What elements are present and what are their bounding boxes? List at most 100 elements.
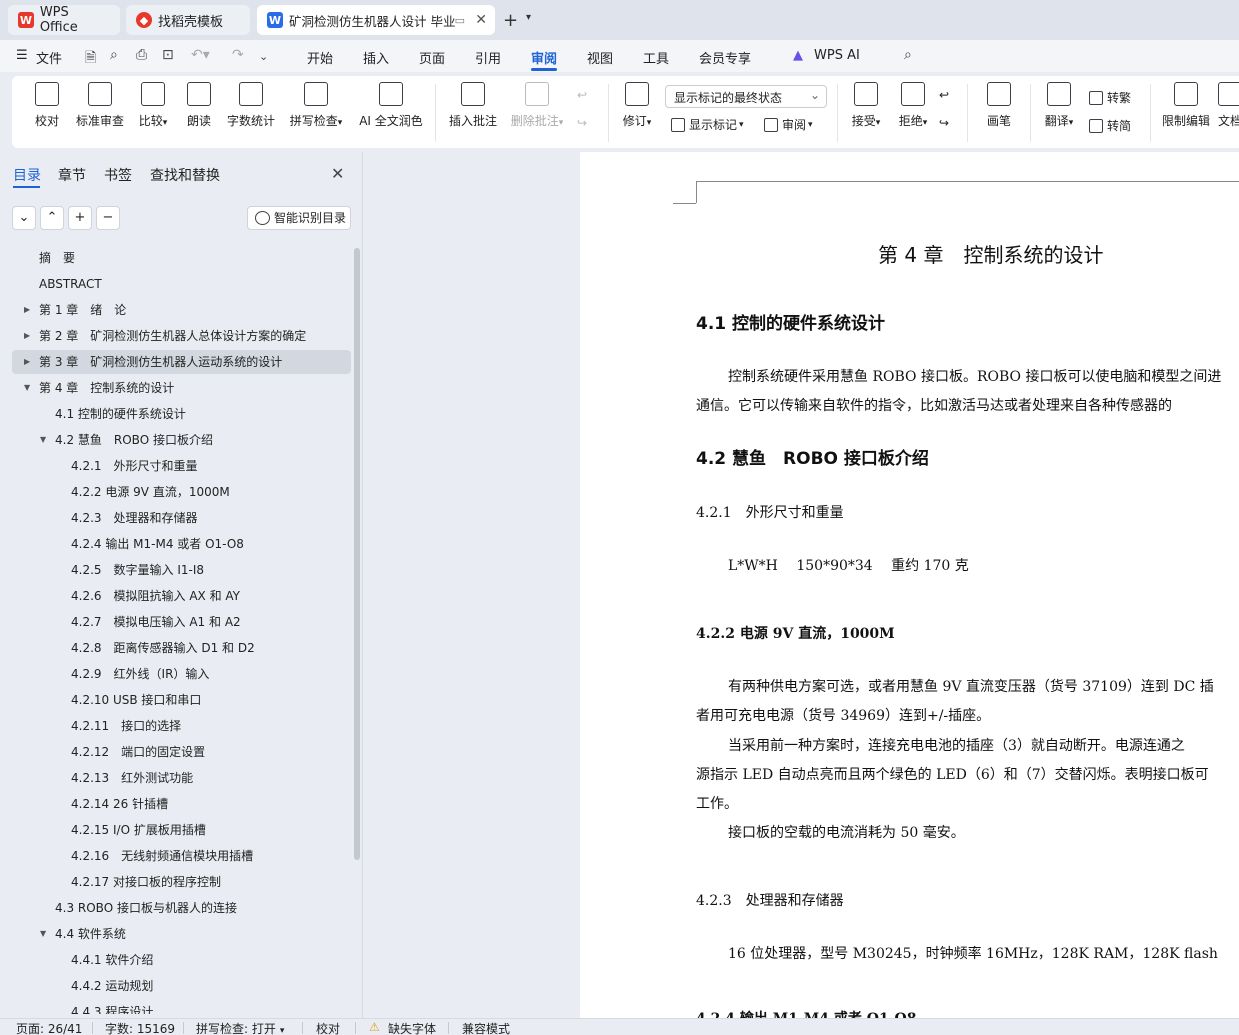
toc-item[interactable]: 4.4.2 运动规划 [12, 974, 351, 998]
toc-item[interactable]: 4.2.16 无线射频通信模块用插槽 [12, 844, 351, 868]
toc-item[interactable]: 4.2.11 接口的选择 [12, 714, 351, 738]
menu-reference[interactable]: 引用 [475, 48, 501, 67]
collapse-arrow-icon[interactable]: ▼ [40, 922, 46, 946]
document-page[interactable]: 第 4 章 控制系统的设计 4.1 控制的硬件系统设计 控制系统硬件采用慧鱼 R… [580, 152, 1239, 1018]
toc-item[interactable]: ▼ 第 4 章 控制系统的设计 [12, 376, 351, 400]
smart-toc-button[interactable]: 智能识别目录 [247, 206, 351, 230]
review-pane-button[interactable]: 审阅 ▾ [764, 116, 813, 133]
proofread-button[interactable]: 校对 [30, 82, 64, 129]
menu-start[interactable]: 开始 [307, 48, 333, 67]
toc-item[interactable]: 4.2.7 模拟电压输入 A1 和 A2 [12, 610, 351, 634]
tab-bookmark[interactable]: 书签 [104, 165, 132, 185]
toc-item[interactable]: 4.2.8 距离传感器输入 D1 和 D2 [12, 636, 351, 660]
markup-state-select[interactable]: 显示标记的最终状态 ⌄ [665, 85, 827, 108]
toc-item[interactable]: ▶ 第 3 章 矿洞检测仿生机器人运动系统的设计 [12, 350, 351, 374]
reject-button[interactable]: 拒绝▾ [894, 82, 932, 129]
collapse-all-button[interactable]: ⌃ [40, 206, 64, 230]
word-count-indicator[interactable]: 字数: 15169 [105, 1020, 175, 1035]
collapse-arrow-icon[interactable]: ▼ [24, 376, 30, 400]
redo-icon[interactable]: ↷ [232, 47, 244, 63]
delete-comment-button[interactable]: 删除批注▾ [508, 82, 566, 129]
track-changes-button[interactable]: 修订▾ [618, 82, 656, 129]
close-tab-icon[interactable]: ✕ [475, 12, 487, 28]
toc-item[interactable]: 4.2.14 26 针插槽 [12, 792, 351, 816]
menu-review[interactable]: 审阅 [531, 48, 557, 67]
restrict-edit-button[interactable]: 限制编辑 [1160, 82, 1212, 129]
menu-view[interactable]: 视图 [587, 48, 613, 67]
expand-arrow-icon[interactable]: ▶ [24, 350, 30, 374]
menu-page[interactable]: 页面 [419, 48, 445, 67]
tab-toc[interactable]: 目录 [13, 165, 41, 185]
insert-comment-button[interactable]: 插入批注 [448, 82, 498, 129]
tab-document[interactable]: W 矿洞检测仿生机器人设计 毕业 ▭ ✕ [257, 5, 495, 35]
spell-check-button[interactable]: 拼写检查▾ [287, 82, 345, 129]
ai-polish-button[interactable]: AI 全文润色 [356, 82, 426, 129]
collapse-arrow-icon[interactable]: ▼ [40, 428, 46, 452]
missing-font-indicator[interactable]: 缺失字体 [388, 1020, 436, 1035]
toc-item[interactable]: 4.2.4 输出 M1-M4 或者 O1-O8 [12, 532, 351, 556]
read-aloud-button[interactable]: 朗读 [184, 82, 214, 129]
spell-check-indicator[interactable]: 拼写检查: 打开 ▾ [196, 1020, 284, 1035]
toc-item[interactable]: 4.2.2 电源 9V 直流，1000M [12, 480, 351, 504]
menu-tools[interactable]: 工具 [643, 48, 669, 67]
proofread-indicator[interactable]: 校对 [316, 1020, 340, 1035]
to-simplified-button[interactable]: 转简 [1089, 117, 1131, 134]
tab-find-replace[interactable]: 查找和替换 [150, 165, 220, 185]
toc-item[interactable]: 4.2.9 红外线（IR）输入 [12, 662, 351, 686]
next-comment-icon[interactable]: ↪ [577, 116, 587, 130]
toc-item[interactable]: 4.2.3 处理器和存储器 [12, 506, 351, 530]
previous-comment-icon[interactable]: ↩ [577, 88, 587, 102]
toc-item[interactable]: 4.2.17 对接口板的程序控制 [12, 870, 351, 894]
tab-chapter[interactable]: 章节 [58, 165, 86, 185]
pen-button[interactable]: 画笔 [982, 82, 1016, 129]
remove-heading-button[interactable]: − [96, 206, 120, 230]
toc-item[interactable]: 摘 要 [12, 246, 351, 270]
toc-item[interactable]: ▶ 第 2 章 矿洞检测仿生机器人总体设计方案的确定 [12, 324, 351, 348]
add-heading-button[interactable]: + [68, 206, 92, 230]
toc-item[interactable]: ▶ 第 1 章 绪 论 [12, 298, 351, 322]
toc-item[interactable]: 4.4.1 软件介绍 [12, 948, 351, 972]
menu-wps-ai[interactable]: WPS AI [814, 48, 860, 63]
toc-item[interactable]: 4.3 ROBO 接口板与机器人的连接 [12, 896, 351, 920]
toc-item[interactable]: 4.2.15 I/O 扩展板用插槽 [12, 818, 351, 842]
chevron-down-icon[interactable]: ▾ [526, 12, 531, 23]
menu-file[interactable]: 文件 [36, 48, 62, 67]
print-icon[interactable]: ⎙ [136, 47, 147, 63]
translate-button[interactable]: 翻译▾ [1040, 82, 1078, 129]
compare-button[interactable]: 比较▾ [133, 82, 173, 129]
print-preview-icon[interactable]: ⊡ [162, 47, 174, 63]
page-indicator[interactable]: 页面: 26/41 [16, 1020, 82, 1035]
tab-template[interactable]: ◆ 找稻壳模板 [126, 5, 250, 35]
tab-wps-office[interactable]: W WPS Office [8, 5, 120, 35]
expand-all-button[interactable]: ⌄ [12, 206, 36, 230]
new-tab-icon[interactable]: + [503, 10, 518, 31]
word-count-button[interactable]: 字数统计 [225, 82, 277, 129]
undo-icon[interactable]: ↶▾ [191, 47, 210, 63]
document-button[interactable]: 文档 [1218, 82, 1239, 129]
standard-review-button[interactable]: 标准审查 [74, 82, 126, 129]
toc-item[interactable]: 4.1 控制的硬件系统设计 [12, 402, 351, 426]
toc-item[interactable]: 4.2.1 外形尺寸和重量 [12, 454, 351, 478]
toc-item[interactable]: 4.2.6 模拟阻抗输入 AX 和 AY [12, 584, 351, 608]
toc-item[interactable]: ▼ 4.2 慧鱼 ROBO 接口板介绍 [12, 428, 351, 452]
close-icon[interactable]: ✕ [331, 164, 344, 183]
toc-item[interactable]: 4.4.3 程序设计 [12, 1000, 351, 1014]
next-change-icon[interactable]: ↪ [939, 116, 949, 130]
export-icon[interactable]: ⌕ [110, 47, 118, 63]
accept-button[interactable]: 接受▾ [847, 82, 885, 129]
toc-item[interactable]: 4.2.5 数字量输入 I1-I8 [12, 558, 351, 582]
save-icon[interactable]: 🗎 [85, 47, 96, 71]
show-markup-button[interactable]: 显示标记 ▾ [671, 116, 744, 133]
to-traditional-button[interactable]: 转繁 [1089, 89, 1131, 106]
toc-item[interactable]: ▼ 4.4 软件系统 [12, 922, 351, 946]
hamburger-icon[interactable]: ☰ [16, 48, 28, 63]
previous-change-icon[interactable]: ↩ [939, 88, 949, 102]
expand-arrow-icon[interactable]: ▶ [24, 298, 30, 322]
toc-item[interactable]: ABSTRACT [12, 272, 351, 296]
search-icon[interactable]: ⌕ [904, 47, 912, 63]
toc-item[interactable]: 4.2.13 红外测试功能 [12, 766, 351, 790]
toc-item[interactable]: 4.2.12 端口的固定设置 [12, 740, 351, 764]
menu-member[interactable]: 会员专享 [699, 48, 751, 67]
toc-item[interactable]: 4.2.10 USB 接口和串口 [12, 688, 351, 712]
expand-arrow-icon[interactable]: ▶ [24, 324, 30, 348]
